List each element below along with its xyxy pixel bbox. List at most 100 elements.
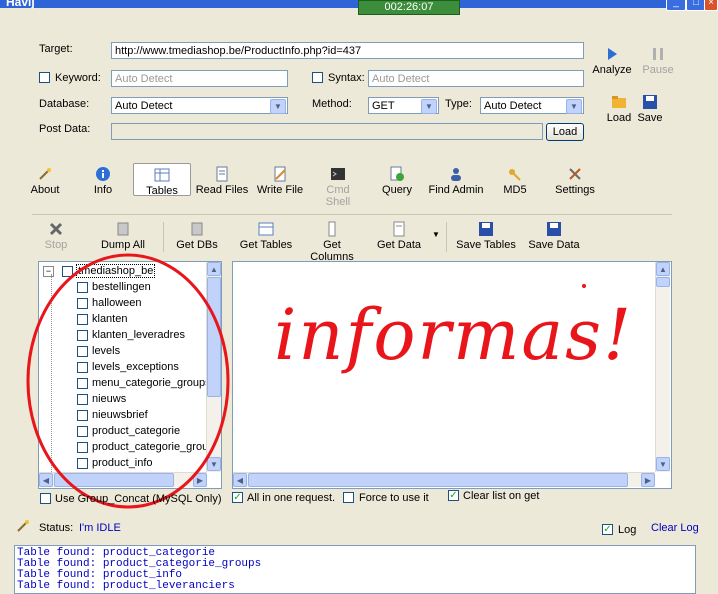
tab-about[interactable]: About xyxy=(28,166,62,196)
syntax-checkbox[interactable] xyxy=(312,72,323,83)
pause-button[interactable]: Pause xyxy=(640,46,676,76)
chevron-down-icon[interactable]: ▼ xyxy=(270,99,286,114)
analyze-button[interactable]: Analyze xyxy=(592,46,632,76)
status-label: Status: xyxy=(39,522,74,534)
database-icon xyxy=(191,222,203,236)
get-tables-button[interactable]: Get Tables xyxy=(238,221,294,251)
target-label: Target: xyxy=(39,43,73,55)
database-value: Auto Detect xyxy=(115,100,173,112)
folder-icon xyxy=(612,96,626,108)
tab-settings-label: Settings xyxy=(555,184,595,196)
save-data-button[interactable]: Save Data xyxy=(526,221,582,251)
minimize-button[interactable]: _ xyxy=(666,0,686,11)
stop-button[interactable]: Stop xyxy=(40,221,72,251)
timer-display: 002:26:07 xyxy=(358,0,460,15)
tab-cmd-shell[interactable]: Cmd Shell xyxy=(313,166,363,208)
type-value: Auto Detect xyxy=(484,100,542,112)
tab-tables-label: Tables xyxy=(146,185,178,197)
type-select[interactable]: Auto Detect ▼ xyxy=(480,97,584,114)
tab-md5[interactable]: MD5 xyxy=(502,166,528,196)
floppy-icon xyxy=(643,95,657,109)
tab-find-admin-label: Find Admin xyxy=(428,184,484,196)
tab-info[interactable]: Info xyxy=(90,166,116,196)
log-area[interactable]: Table found: product_categorie Table fou… xyxy=(14,545,696,594)
log-label: Log xyxy=(618,524,637,536)
tab-info-label: Info xyxy=(93,184,113,196)
syntax-label: Syntax: xyxy=(328,72,365,84)
query-icon xyxy=(390,166,404,181)
chevron-down-icon[interactable]: ▼ xyxy=(566,99,582,114)
dump-all-button[interactable]: Dump All xyxy=(100,221,146,251)
get-data-button[interactable]: Get Data xyxy=(375,221,423,251)
get-dbs-button[interactable]: Get DBs xyxy=(175,221,219,251)
group-concat-label: Use Group_Concat (MySQL Only) xyxy=(55,493,222,505)
save-button[interactable]: Save xyxy=(636,94,664,124)
tab-cmd-shell-label: Cmd Shell xyxy=(325,184,351,208)
chevron-down-icon[interactable]: ▼ xyxy=(421,99,437,114)
save-label: Save xyxy=(637,112,663,124)
tab-write-file-label: Write File xyxy=(256,184,304,196)
syntax-input[interactable]: Auto Detect xyxy=(368,70,584,87)
all-in-one-checkbox[interactable]: ✓ xyxy=(232,492,243,503)
force-checkbox[interactable] xyxy=(343,492,354,503)
log-checkbox[interactable]: ✓ xyxy=(602,524,613,535)
tab-read-files-label: Read Files xyxy=(195,184,249,196)
tab-tables[interactable]: Tables xyxy=(133,163,191,197)
keyword-input[interactable]: Auto Detect xyxy=(111,70,288,87)
info-icon xyxy=(96,167,110,181)
annotation-dot xyxy=(582,284,586,288)
close-button[interactable]: × xyxy=(704,0,718,11)
data-icon xyxy=(393,221,405,237)
tab-settings[interactable]: Settings xyxy=(553,166,597,196)
target-input[interactable]: http://www.tmediashop.be/ProductInfo.php… xyxy=(111,42,584,59)
status-wand-icon xyxy=(17,520,29,532)
tab-write-file[interactable]: Write File xyxy=(256,166,304,196)
method-select[interactable]: GET ▼ xyxy=(368,97,439,114)
clear-list-checkbox[interactable]: ✓ xyxy=(448,490,459,501)
method-value: GET xyxy=(372,100,395,112)
tab-query[interactable]: Query xyxy=(380,166,414,196)
keyword-label: Keyword: xyxy=(55,72,101,84)
document-icon xyxy=(216,166,228,182)
clear-log-link[interactable]: Clear Log xyxy=(651,522,699,534)
database-icon xyxy=(117,222,129,236)
pause-label: Pause xyxy=(642,64,674,76)
tools-icon xyxy=(569,168,581,180)
get-data-dropdown-icon[interactable]: ▼ xyxy=(432,230,440,239)
postdata-label: Post Data: xyxy=(39,123,91,135)
table-icon xyxy=(258,222,274,236)
postdata-input[interactable] xyxy=(111,123,543,140)
load-label: Load xyxy=(606,112,632,124)
tab-read-files[interactable]: Read Files xyxy=(195,166,249,196)
keyword-checkbox[interactable] xyxy=(39,72,50,83)
save-tables-button[interactable]: Save Tables xyxy=(454,221,518,251)
group-concat-checkbox[interactable] xyxy=(40,493,51,504)
method-label: Method: xyxy=(312,98,352,110)
database-select[interactable]: Auto Detect ▼ xyxy=(111,97,288,114)
terminal-icon xyxy=(331,168,345,180)
database-label: Database: xyxy=(39,98,90,110)
stop-icon xyxy=(49,222,63,236)
tab-query-label: Query xyxy=(382,184,412,196)
table-icon xyxy=(154,168,170,182)
clear-list-label: Clear list on get xyxy=(463,490,540,502)
tab-md5-label: MD5 xyxy=(503,184,527,196)
force-label: Force to use it xyxy=(359,492,429,504)
all-in-one-label: All in one request. xyxy=(247,492,336,504)
load-button[interactable]: Load xyxy=(604,94,634,124)
wand-icon xyxy=(39,168,51,180)
floppy-icon xyxy=(547,222,561,236)
pencil-icon xyxy=(274,166,286,182)
analyze-label: Analyze xyxy=(592,64,632,76)
type-label: Type: xyxy=(445,98,472,110)
toolbar-divider xyxy=(32,214,672,215)
annotation-circle xyxy=(26,253,230,509)
pause-icon xyxy=(653,48,663,60)
load-postdata-button[interactable]: Load xyxy=(546,123,584,141)
columns-icon xyxy=(328,221,336,237)
annotation-text: informas! xyxy=(274,294,634,376)
tab-find-admin[interactable]: Find Admin xyxy=(428,166,484,196)
users-icon xyxy=(451,168,461,181)
maximize-button[interactable]: □ xyxy=(686,0,706,11)
status-value: I'm IDLE xyxy=(79,522,121,534)
